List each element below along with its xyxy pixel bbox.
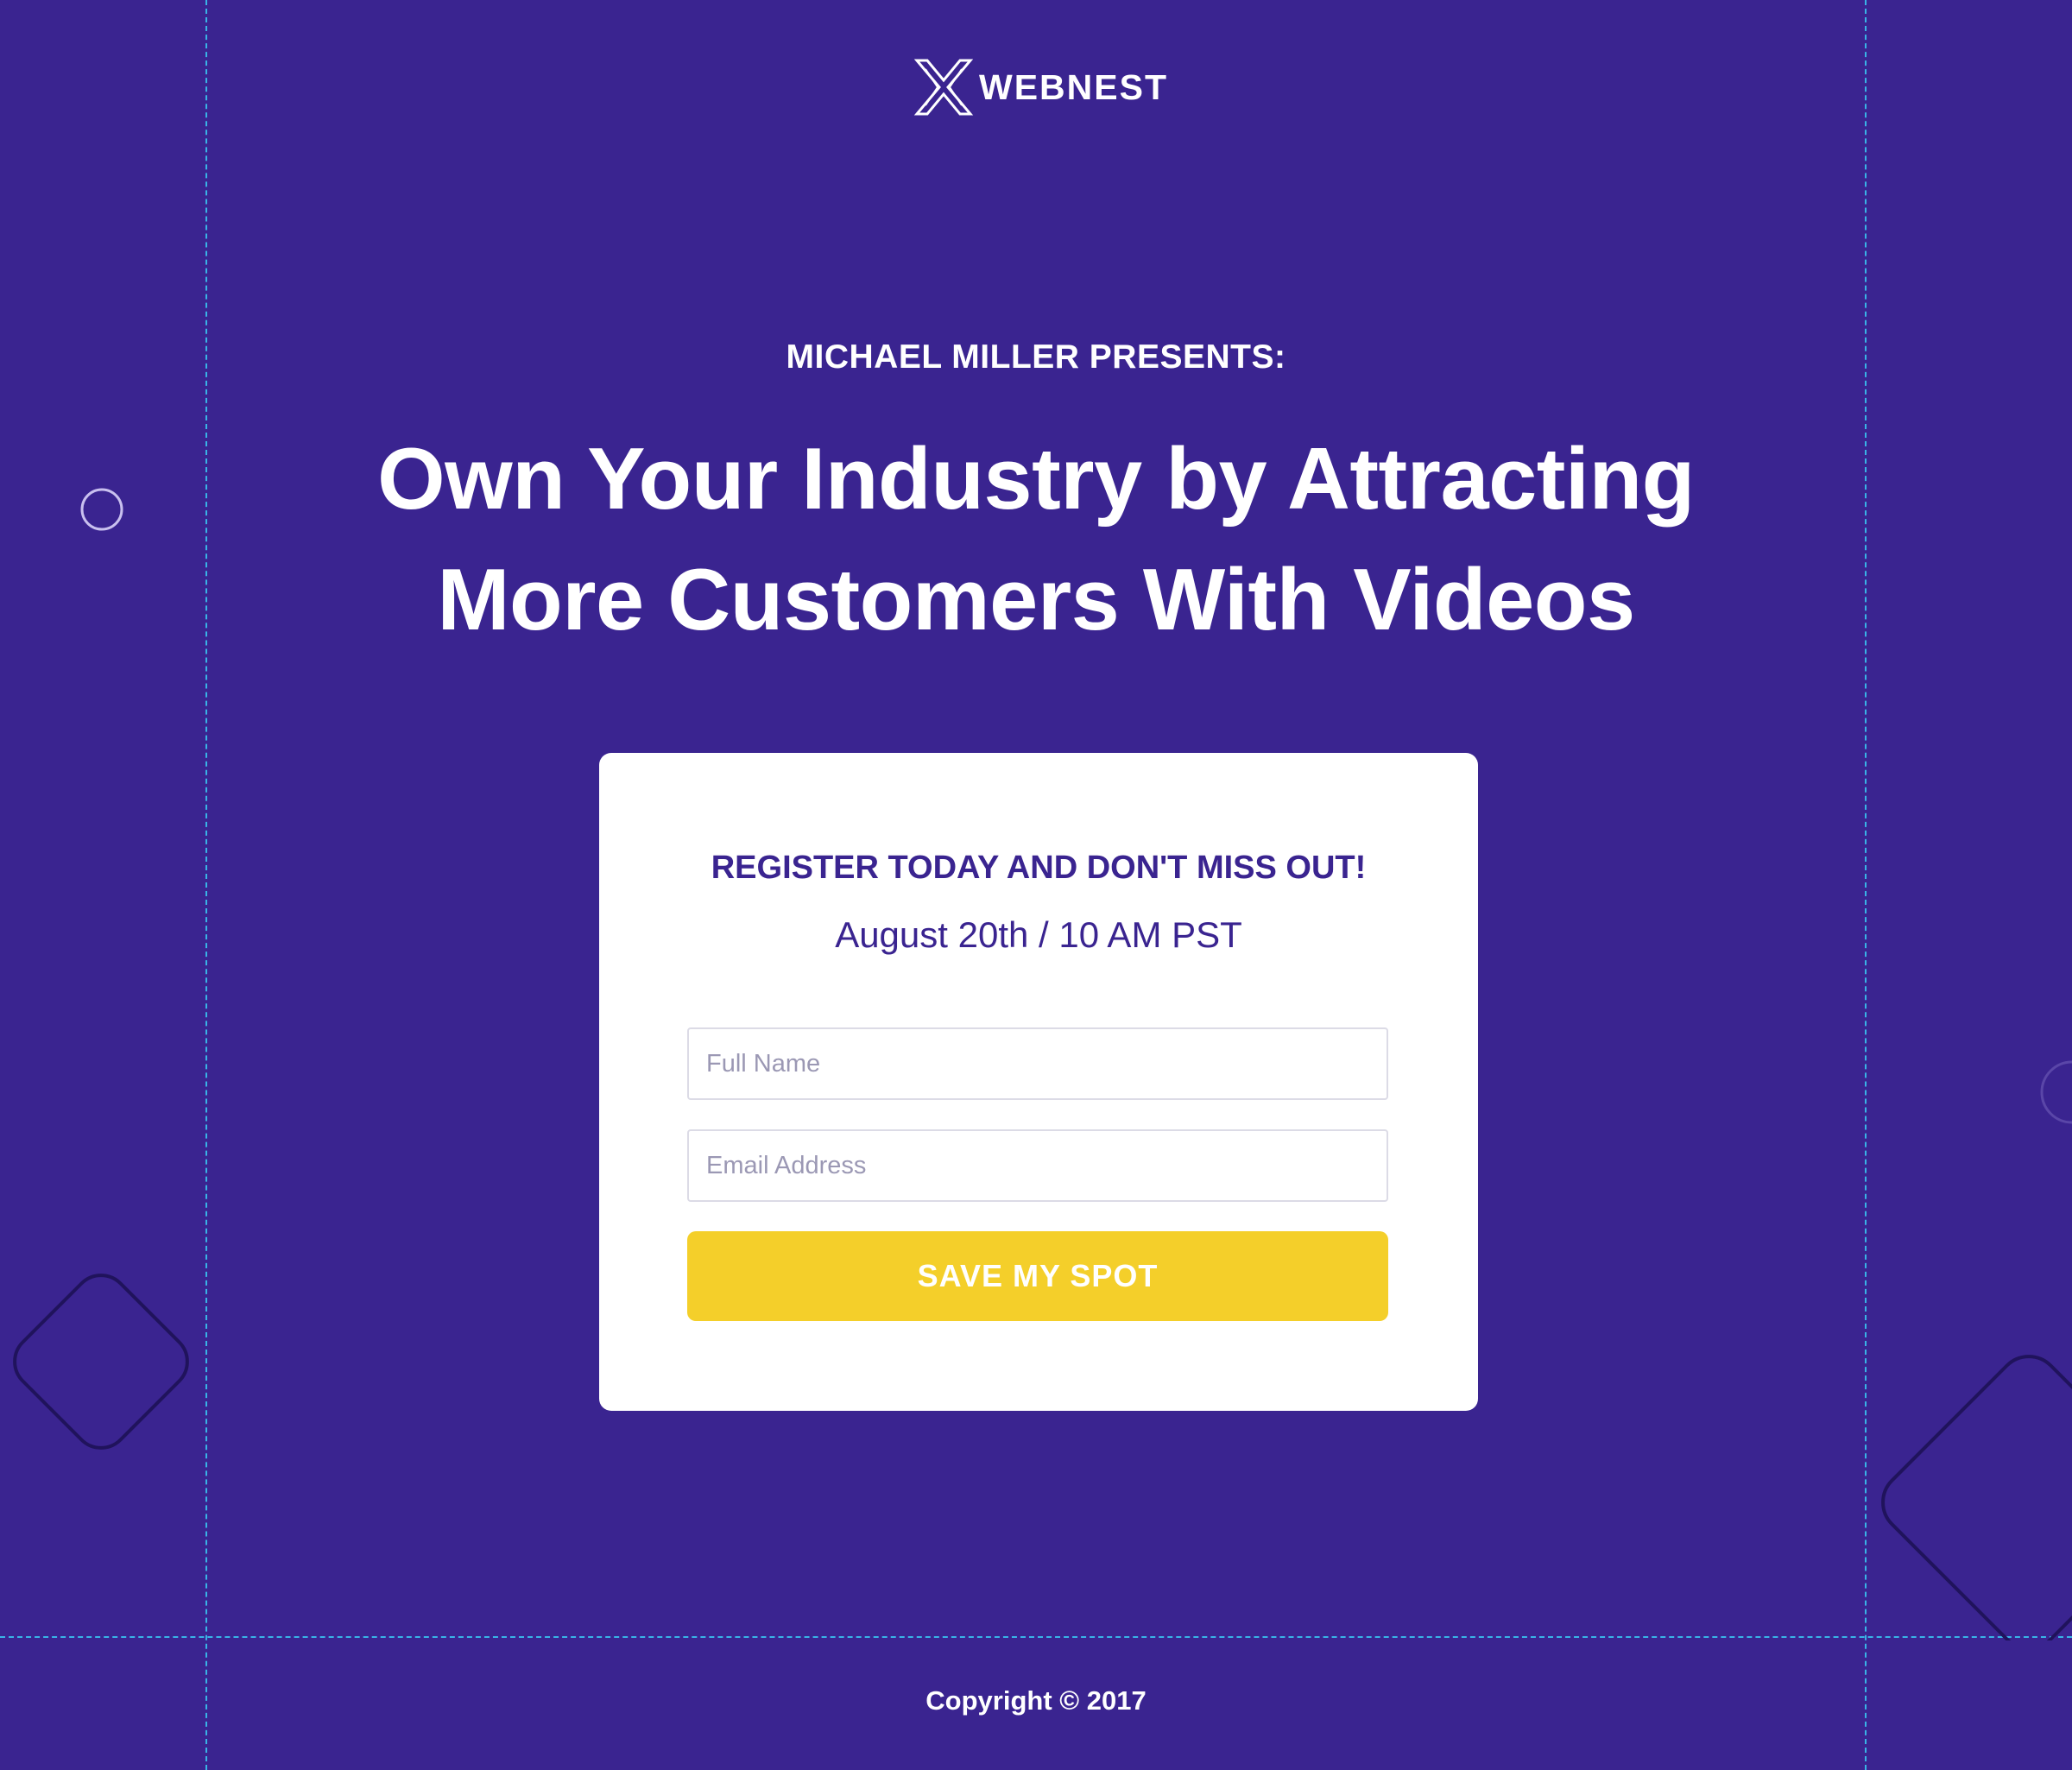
- save-my-spot-button[interactable]: SAVE MY SPOT: [687, 1231, 1388, 1321]
- event-date: August 20th / 10 AM PST: [835, 914, 1242, 955]
- circle-decoration-icon: [80, 488, 123, 531]
- layout-guide-footer: [0, 1636, 2072, 1638]
- diamond-decoration-right-icon: [1881, 1355, 2072, 1640]
- copyright-text: Copyright © 2017: [925, 1685, 1147, 1716]
- diamond-decoration-left-icon: [13, 1274, 189, 1450]
- email-address-input[interactable]: [687, 1129, 1388, 1202]
- webnest-x-logo-icon: [913, 59, 974, 116]
- brand-logo[interactable]: WEBNEST: [913, 55, 1168, 119]
- presenter-label: MICHAEL MILLER PRESENTS:: [786, 338, 1286, 376]
- headline-line-1: Own Your Industry by Attracting: [377, 431, 1695, 528]
- layout-guide-left: [205, 0, 207, 1770]
- registration-card: REGISTER TODAY AND DON'T MISS OUT! Augus…: [599, 753, 1478, 1411]
- registration-heading: REGISTER TODAY AND DON'T MISS OUT!: [711, 850, 1367, 886]
- headline-line-2: More Customers With Videos: [437, 552, 1635, 648]
- circle-decoration-right-icon: [2040, 1060, 2072, 1124]
- page-headline: Own Your Industry by Attracting More Cus…: [259, 419, 1813, 661]
- full-name-input[interactable]: [687, 1027, 1388, 1100]
- brand-name: WEBNEST: [979, 66, 1168, 107]
